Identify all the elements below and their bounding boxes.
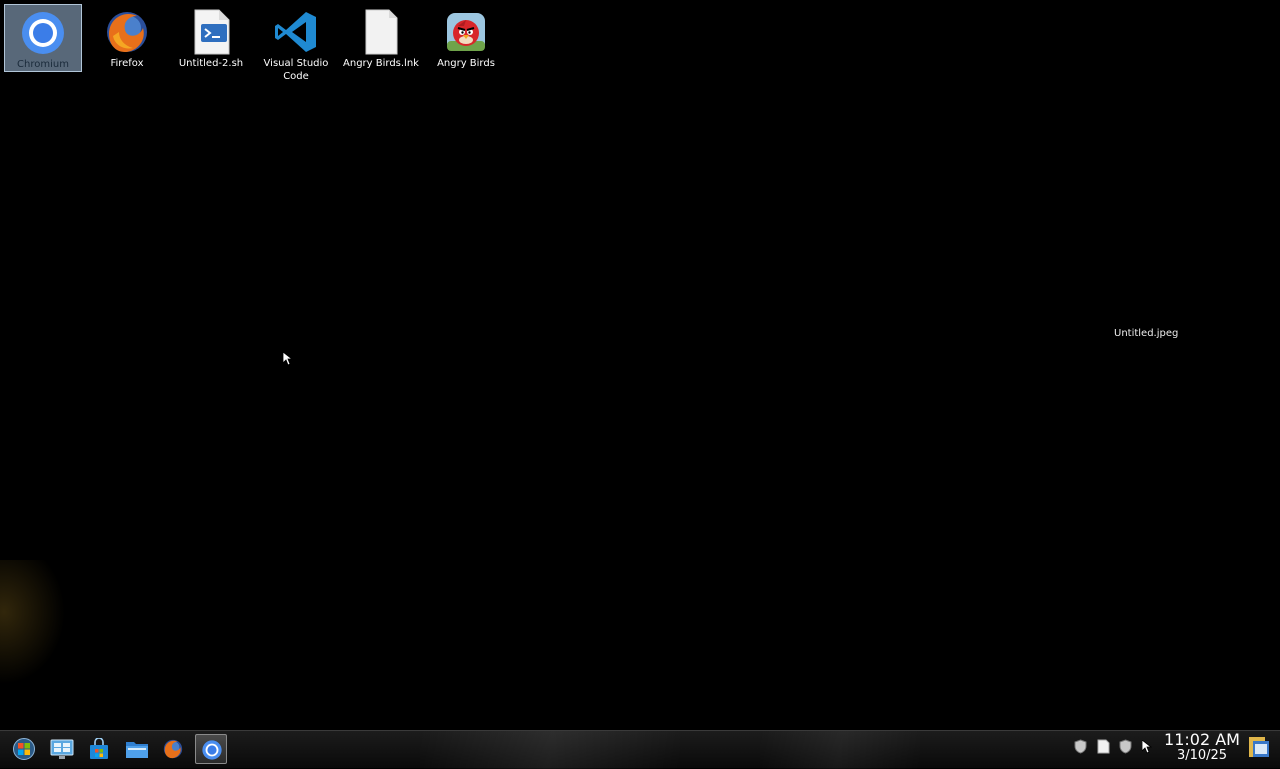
show-desktop-icon[interactable] — [1248, 735, 1270, 759]
mouse-pointer-icon — [283, 352, 293, 366]
chromium-icon — [22, 12, 64, 54]
shield-icon[interactable] — [1118, 739, 1133, 754]
script-file-icon — [194, 9, 230, 55]
start-orb-icon — [13, 738, 35, 760]
desktop-icon-label: Angry Birds.lnk — [343, 58, 419, 69]
desktop-icon-angry-birds[interactable]: Angry Birds — [427, 4, 505, 72]
folder-icon — [126, 742, 148, 758]
wallpaper-glow — [0, 560, 70, 690]
clock-time: 11:02 AM — [1164, 730, 1240, 749]
control-panel-button[interactable] — [45, 734, 77, 764]
document-icon[interactable] — [1097, 739, 1110, 754]
desktop-icon-label: Firefox — [110, 58, 144, 69]
store-bag-icon — [90, 738, 108, 759]
angry-birds-icon — [447, 13, 485, 51]
desktop-icon-label: Angry Birds — [437, 58, 495, 69]
taskbar — [0, 730, 1280, 769]
desktop-icon-firefox[interactable]: Firefox — [88, 4, 166, 72]
clock-date: 3/10/25 — [1176, 748, 1228, 763]
desktop-icon-chromium[interactable]: Chromium — [4, 4, 82, 72]
vscode-icon — [275, 12, 316, 52]
shield-icon[interactable] — [1073, 739, 1088, 754]
chromium-taskbar-button[interactable] — [195, 734, 227, 764]
taskbar-glass-highlight — [420, 731, 680, 769]
firefox-icon — [163, 739, 183, 759]
store-button[interactable] — [83, 734, 115, 764]
chromium-icon — [202, 740, 222, 760]
desktop[interactable]: Chromium Firefox Untitled-2.sh Visual St… — [0, 0, 1280, 730]
desktop-icon-untitled-jpeg[interactable]: Untitled.jpeg — [1114, 328, 1178, 339]
control-panel-icon — [50, 739, 74, 759]
blank-file-icon — [365, 9, 398, 55]
mouse-pointer-icon — [1142, 740, 1152, 754]
desktop-icon-untitled-2-sh[interactable]: Untitled-2.sh — [172, 4, 250, 72]
desktop-icon-angry-birds-lnk[interactable]: Angry Birds.lnk — [342, 4, 420, 72]
file-explorer-button[interactable] — [120, 734, 152, 764]
start-button[interactable] — [8, 734, 40, 764]
desktop-icon-label: Untitled-2.sh — [178, 58, 244, 69]
taskbar-clock[interactable]: 11:02 AM 3/10/25 — [1160, 731, 1244, 763]
desktop-icon-label: Chromium — [17, 59, 69, 70]
firefox-taskbar-button[interactable] — [157, 734, 189, 764]
desktop-icon-vscode[interactable]: Visual Studio Code — [257, 4, 335, 82]
taskbar-glass-highlight — [760, 731, 920, 769]
desktop-icon-label: Visual Studio Code — [263, 58, 329, 82]
firefox-icon — [107, 12, 147, 52]
